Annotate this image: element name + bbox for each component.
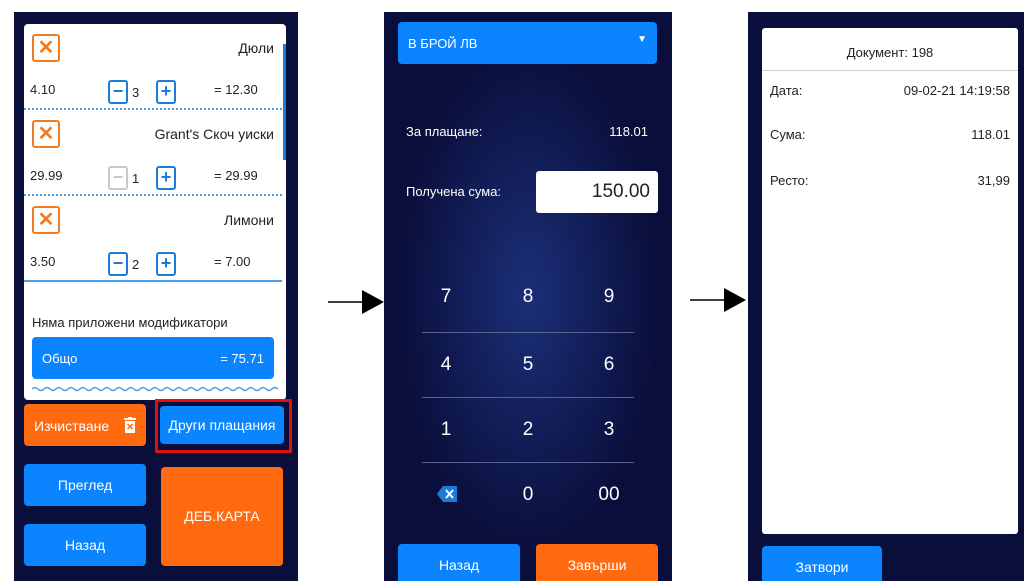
arrow-right-icon bbox=[328, 290, 384, 314]
total-value: = 75.71 bbox=[220, 351, 264, 366]
item-name: Grant's Скоч уиски bbox=[154, 126, 274, 142]
payment-method-value: В БРОЙ ЛВ bbox=[408, 36, 478, 51]
decrease-qty-button[interactable]: − bbox=[108, 252, 128, 276]
item-name: Дюли bbox=[238, 40, 274, 56]
key-2[interactable]: 2 bbox=[493, 398, 563, 462]
item-qty: 3 bbox=[132, 85, 140, 100]
received-label: Получена сума: bbox=[406, 184, 502, 199]
key-6[interactable]: 6 bbox=[574, 333, 644, 397]
arrow-right-icon bbox=[690, 288, 746, 312]
chevron-down-icon: ▼ bbox=[637, 34, 647, 45]
remove-item-icon[interactable]: ✕ bbox=[32, 120, 60, 148]
item-price: 4.10 bbox=[30, 82, 56, 97]
cart-item: ✕ Grant's Скоч уиски 29.99 − 1 + = 29.99 bbox=[24, 110, 282, 196]
key-4[interactable]: 4 bbox=[411, 333, 481, 397]
item-sum: = 12.30 bbox=[214, 82, 258, 97]
key-9[interactable]: 9 bbox=[574, 265, 644, 329]
change-value: 31,99 bbox=[977, 173, 1010, 188]
change-label: Ресто: bbox=[770, 173, 809, 188]
finish-button[interactable]: Завърши bbox=[536, 544, 658, 581]
item-qty: 1 bbox=[132, 171, 140, 186]
key-3[interactable]: 3 bbox=[574, 398, 644, 462]
key-7[interactable]: 7 bbox=[411, 265, 481, 329]
decrease-qty-button[interactable]: − bbox=[108, 80, 128, 104]
payment-back-button[interactable]: Назад bbox=[398, 544, 520, 581]
key-00[interactable]: 00 bbox=[574, 463, 644, 527]
debit-card-button[interactable]: ДЕБ.КАРТА bbox=[161, 467, 283, 566]
received-amount-input[interactable]: 150.00 bbox=[536, 171, 658, 213]
receipt-card: Документ: 198 Дата: 09-02-21 14:19:58 Су… bbox=[762, 28, 1018, 534]
modifiers-text: Няма приложени модификатори bbox=[32, 315, 228, 330]
cart-item: ✕ Лимони 3.50 − 2 + = 7.00 bbox=[24, 196, 282, 282]
cart-screen: ✕ Дюли 4.10 − 3 + = 12.30 ✕ Grant's Скоч… bbox=[14, 12, 298, 581]
cart-list[interactable]: ✕ Дюли 4.10 − 3 + = 12.30 ✕ Grant's Скоч… bbox=[24, 24, 286, 400]
item-price: 3.50 bbox=[30, 254, 56, 269]
remove-item-icon[interactable]: ✕ bbox=[32, 206, 60, 234]
cart-scrollbar[interactable] bbox=[283, 44, 286, 160]
clear-button[interactable]: Изчистване bbox=[24, 404, 146, 446]
backspace-key[interactable] bbox=[411, 463, 481, 527]
sum-value: 118.01 bbox=[971, 127, 1010, 142]
increase-qty-button[interactable]: + bbox=[156, 80, 176, 104]
item-price: 29.99 bbox=[30, 168, 63, 183]
increase-qty-button[interactable]: + bbox=[156, 252, 176, 276]
payment-screen: В БРОЙ ЛВ ▼ За плащане: 118.01 Получена … bbox=[384, 12, 672, 581]
clear-label: Изчистване bbox=[34, 418, 110, 434]
to-pay-value: 118.01 bbox=[609, 124, 648, 139]
cart-item: ✕ Дюли 4.10 − 3 + = 12.30 bbox=[24, 24, 282, 110]
item-name: Лимони bbox=[224, 212, 274, 228]
remove-item-icon[interactable]: ✕ bbox=[32, 34, 60, 62]
decrease-qty-button[interactable]: − bbox=[108, 166, 128, 190]
document-number: Документ: 198 bbox=[846, 45, 934, 60]
review-button[interactable]: Преглед bbox=[24, 464, 146, 506]
date-value: 09-02-21 14:19:58 bbox=[903, 83, 1010, 98]
item-sum: = 7.00 bbox=[214, 254, 251, 269]
back-button[interactable]: Назад bbox=[24, 524, 146, 566]
increase-qty-button[interactable]: + bbox=[156, 166, 176, 190]
item-divider bbox=[24, 280, 282, 282]
backspace-icon bbox=[437, 486, 457, 502]
date-label: Дата: bbox=[770, 83, 803, 98]
receipt-screen: Документ: 198 Дата: 09-02-21 14:19:58 Су… bbox=[748, 12, 1024, 581]
key-5[interactable]: 5 bbox=[493, 333, 563, 397]
screenshot-stage: ✕ Дюли 4.10 − 3 + = 12.30 ✕ Grant's Скоч… bbox=[0, 0, 1024, 581]
item-sum: = 29.99 bbox=[214, 168, 258, 183]
trash-icon bbox=[124, 417, 136, 433]
key-8[interactable]: 8 bbox=[493, 265, 563, 329]
item-qty: 2 bbox=[132, 257, 140, 272]
to-pay-label: За плащане: bbox=[406, 124, 483, 139]
payment-method-select[interactable]: В БРОЙ ЛВ ▼ bbox=[398, 22, 657, 64]
key-0[interactable]: 0 bbox=[493, 463, 563, 527]
close-button[interactable]: Затвори bbox=[762, 546, 882, 581]
sum-label: Сума: bbox=[770, 127, 806, 142]
highlight-box bbox=[155, 399, 292, 453]
receipt-divider bbox=[762, 70, 1018, 71]
total-bar: Общо = 75.71 bbox=[32, 337, 274, 379]
receipt-edge-wave bbox=[32, 386, 278, 392]
key-1[interactable]: 1 bbox=[411, 398, 481, 462]
total-label: Общо bbox=[42, 351, 78, 366]
